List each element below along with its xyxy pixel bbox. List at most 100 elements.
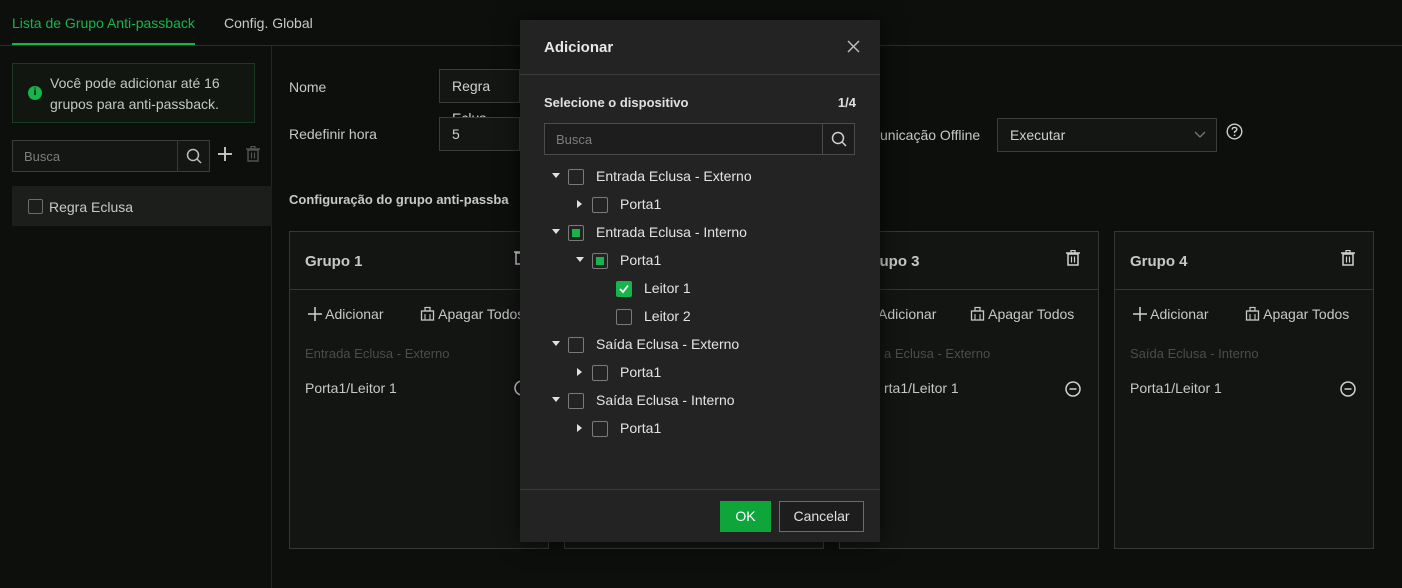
dialog-title: Adicionar [544,39,614,56]
tree-node-checkbox[interactable] [568,393,584,409]
notice-text: Você pode adicionar até 16 grupos para a… [50,75,220,112]
group-card: Grupo 1 Adicionar Apagar Todos Entrada E… [289,231,549,549]
tree-node-checkbox[interactable] [616,309,632,325]
dialog-header: Adicionar [520,20,880,75]
tree-node[interactable]: Saída Eclusa - Externo [520,335,880,355]
name-label: Nome [289,79,327,95]
minus-circle-icon [1065,381,1081,397]
reset-time-field[interactable]: 5 [439,117,520,151]
add-device-dialog: Adicionar Selecione o dispositivo 1/4 En… [520,20,880,542]
group-add-label: Adicionar [1150,306,1209,322]
name-field[interactable]: Regra Eclus [439,69,520,126]
tree-node-checkbox[interactable] [568,169,584,185]
tree-node[interactable]: Leitor 2 [520,307,880,327]
clear-icon [1245,306,1260,321]
group-clear-label: Apagar Todos [1263,306,1350,322]
group-add-label: Adicionar [878,306,937,322]
group-section-label: a Eclusa - Externo [884,346,991,361]
offline-comm-value: Executar [1010,127,1066,143]
group-delete-button[interactable] [1341,249,1355,269]
caret-down-icon[interactable] [552,397,560,402]
tree-node[interactable]: Porta1 [520,363,880,383]
search-icon [186,148,202,164]
rule-search-button[interactable] [177,141,209,171]
trash-icon [1066,249,1080,266]
tree-node[interactable]: Porta1 [520,251,880,271]
rule-search [12,140,210,172]
tree-node-checkbox[interactable] [616,281,632,297]
caret-right-icon[interactable] [577,200,582,208]
group-clear-label: Apagar Todos [438,306,525,322]
group-delete-button[interactable] [1066,249,1080,269]
group-clear-all-button[interactable]: Apagar Todos [1245,306,1349,322]
dialog-footer: OK Cancelar [520,489,880,542]
minus-circle-icon [1340,381,1356,397]
clear-icon [970,306,985,321]
selection-count: 1/4 [837,95,856,110]
group-add-button[interactable]: Adicionar [308,306,384,322]
remove-item-button[interactable] [1340,381,1356,400]
close-icon [847,40,860,53]
tree-node[interactable]: Saída Eclusa - Interno [520,391,880,411]
help-icon[interactable] [1226,123,1243,143]
tree-node-label: Entrada Eclusa - Externo [596,168,752,184]
group-title: Grupo 4 [1130,253,1188,270]
ok-button[interactable]: OK [720,501,771,532]
search-icon [831,131,847,147]
tree-node-checkbox[interactable] [592,365,608,381]
group-add-label: Adicionar [325,306,384,322]
close-button[interactable] [847,40,860,56]
tab-global-config[interactable]: Config. Global [224,15,313,31]
tree-node[interactable]: Leitor 1 [520,279,880,299]
caret-down-icon[interactable] [552,173,560,178]
group-section-label: Saída Eclusa - Interno [1130,346,1259,361]
tree-node[interactable]: Entrada Eclusa - Interno [520,223,880,243]
caret-down-icon[interactable] [552,229,560,234]
caret-down-icon[interactable] [552,341,560,346]
plus-icon [308,307,322,321]
tree-node-checkbox[interactable] [592,421,608,437]
device-search [544,123,855,155]
tree-node[interactable]: Entrada Eclusa - Externo [520,167,880,187]
select-device-label: Selecione o dispositivo [544,95,689,110]
group-reader-item: rta1/Leitor 1 [884,380,959,396]
remove-item-button[interactable] [1065,381,1081,400]
tab-anti-passback-list[interactable]: Lista de Grupo Anti-passback [12,15,195,45]
rule-search-input[interactable] [13,141,178,171]
group-section-label: Entrada Eclusa - Externo [305,346,450,361]
group-clear-all-button[interactable]: Apagar Todos [970,306,1074,322]
rule-list-item[interactable]: Regra Eclusa [12,186,272,226]
rule-label: Regra Eclusa [49,199,134,215]
tree-node-label: Leitor 1 [644,280,691,296]
group-add-button[interactable]: Adicionar [878,306,936,322]
caret-right-icon[interactable] [577,424,582,432]
cancel-button[interactable]: Cancelar [779,501,864,532]
rule-checkbox[interactable] [28,199,43,214]
tree-node[interactable]: Porta1 [520,419,880,439]
delete-rule-button[interactable] [246,145,260,165]
add-rule-button[interactable] [217,146,233,165]
tree-node-label: Porta1 [620,196,662,212]
caret-down-icon[interactable] [576,257,584,262]
group-reader-item: Porta1/Leitor 1 [305,380,397,396]
clear-icon [420,306,435,321]
tree-node[interactable]: Porta1 [520,195,880,215]
info-icon: i [28,86,42,100]
device-search-button[interactable] [822,124,854,154]
device-search-input[interactable] [545,124,823,154]
tree-node-checkbox[interactable] [568,225,584,241]
tree-node-checkbox[interactable] [592,253,608,269]
group-clear-label: Apagar Todos [988,306,1075,322]
tree-node-label: Leitor 2 [644,308,691,324]
tree-node-checkbox[interactable] [568,337,584,353]
group-clear-all-button[interactable]: Apagar Todos [420,306,524,322]
group-reader-item: Porta1/Leitor 1 [1130,380,1222,396]
trash-icon [1341,249,1355,266]
reset-time-label: Redefinir hora [289,126,377,142]
caret-right-icon[interactable] [577,368,582,376]
offline-comm-select[interactable]: Executar [997,118,1217,152]
tree-node-label: Saída Eclusa - Externo [596,336,740,352]
group-add-button[interactable]: Adicionar [1133,306,1209,322]
tree-node-label: Porta1 [620,364,662,380]
tree-node-checkbox[interactable] [592,197,608,213]
